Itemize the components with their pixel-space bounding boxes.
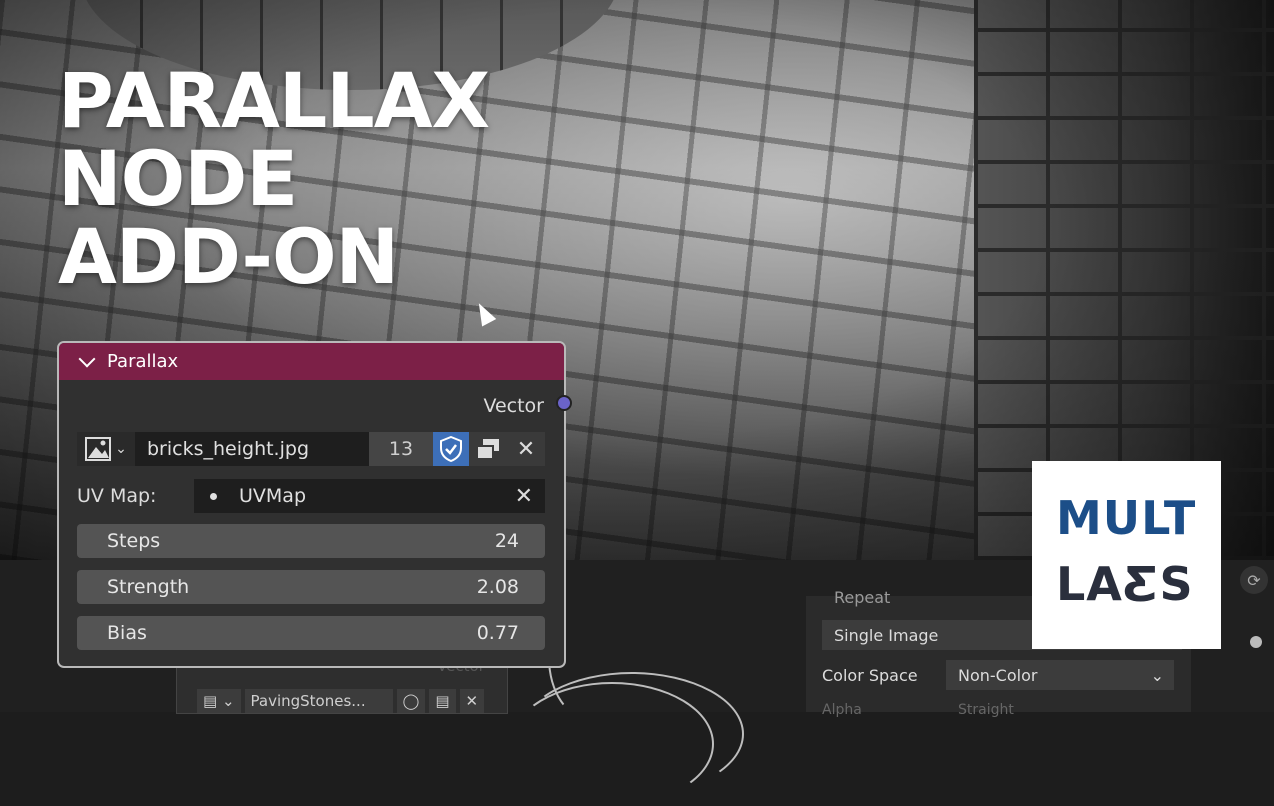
steps-label: Steps [107, 530, 161, 552]
alpha-label: Alpha [822, 702, 862, 718]
strength-label: Strength [107, 576, 190, 598]
image-users-count[interactable]: 13 [369, 432, 433, 466]
gizmo-icon[interactable]: ⟳ [1240, 566, 1268, 594]
folder-icon[interactable]: ▤ [429, 689, 456, 713]
uv-map-row: UV Map: UVMap ✕ [77, 479, 545, 513]
logo-line-2: LAƸS [1056, 557, 1194, 611]
color-space-select[interactable]: Non-Color ⌄ [946, 660, 1174, 690]
bias-field[interactable]: Bias 0.77 [77, 616, 545, 650]
headline: PARALLAX NODE ADD-ON [58, 56, 490, 301]
shield-icon [440, 436, 462, 462]
bias-value: 0.77 [476, 622, 519, 644]
close-icon[interactable]: ✕ [515, 484, 533, 509]
uv-map-label: UV Map: [77, 485, 157, 507]
headline-line-3: ADD-ON [58, 212, 399, 301]
chevron-down-icon: ⌄ [115, 441, 127, 457]
vector-output-socket[interactable] [556, 395, 572, 411]
parallax-node[interactable]: Parallax Vector ⌄ bricks_height.jpg 13 ✕… [57, 341, 566, 668]
socket-dot[interactable] [1250, 636, 1262, 648]
node-header[interactable]: Parallax [59, 343, 564, 380]
bg-image-row: ▤ ⌄ PavingStones... ◯ ▤ ✕ [197, 689, 485, 713]
unlink-button[interactable]: ✕ [507, 432, 545, 466]
output-socket-label: Vector [483, 395, 544, 417]
uv-map-value: UVMap [239, 485, 307, 507]
close-icon: ✕ [516, 436, 536, 462]
close-icon[interactable]: ✕ [459, 689, 485, 713]
fake-user-button[interactable] [433, 432, 469, 466]
color-space-label: Color Space [822, 666, 918, 685]
color-space-value: Non-Color [958, 665, 1038, 685]
alpha-value: Straight [958, 702, 1014, 718]
strength-value: 2.08 [476, 576, 519, 598]
multlabs-logo: MULT LAƸS [1032, 461, 1221, 649]
image-selector-row: ⌄ bricks_height.jpg 13 ✕ [77, 432, 545, 466]
logo-line-1: MULT [1056, 491, 1197, 545]
image-icon [85, 437, 112, 461]
node-title: Parallax [107, 351, 179, 372]
strength-field[interactable]: Strength 2.08 [77, 570, 545, 604]
shield-icon[interactable]: ◯ [396, 689, 426, 713]
headline-line-1: PARALLAX [58, 56, 490, 145]
image-browse-button[interactable]: ⌄ [77, 432, 135, 466]
uv-dot-icon [210, 492, 217, 500]
chevron-down-icon: ⌄ [1150, 665, 1164, 685]
bg-image-name[interactable]: PavingStones... [244, 689, 393, 713]
duplicate-icon [476, 439, 499, 460]
duplicate-button[interactable] [469, 432, 507, 466]
extension-label: Repeat [834, 588, 891, 607]
bias-label: Bias [107, 622, 147, 644]
chevron-down-icon[interactable] [78, 350, 96, 367]
uv-map-field[interactable]: UVMap ✕ [194, 479, 545, 513]
steps-value: 24 [494, 530, 519, 552]
steps-field[interactable]: Steps 24 [77, 524, 545, 558]
image-type-icon[interactable]: ▤ ⌄ [197, 689, 241, 713]
headline-line-2: NODE [58, 134, 298, 223]
image-name-field[interactable]: bricks_height.jpg [135, 432, 369, 466]
